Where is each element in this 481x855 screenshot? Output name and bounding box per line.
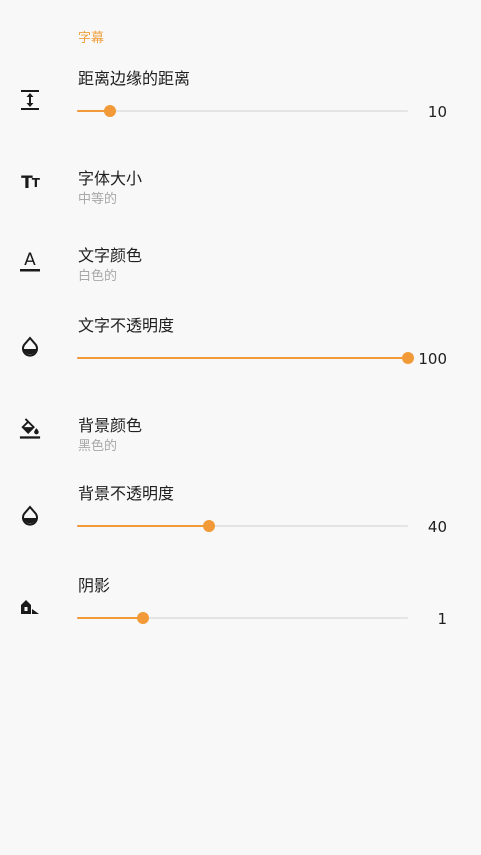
pref-title: 背景不透明度 <box>78 484 175 503</box>
background-opacity-slider[interactable] <box>77 520 408 532</box>
pref-shadow[interactable]: 阴影 1 <box>0 560 481 640</box>
pref-title: 文字颜色 <box>78 246 143 265</box>
opacity-drop-icon <box>19 336 41 358</box>
pref-font-size[interactable]: TT 字体大小 中等的 <box>0 155 481 215</box>
slider-value: 1 <box>437 610 447 628</box>
pref-background-opacity[interactable]: 背景不透明度 40 <box>0 468 481 548</box>
slider-fill <box>77 525 210 527</box>
text-color-icon: A <box>19 250 41 272</box>
text-opacity-slider[interactable] <box>77 352 414 364</box>
pref-margin[interactable]: 距离边缘的距离 10 <box>0 55 481 135</box>
slider-value: 100 <box>418 350 447 368</box>
pref-title: 距离边缘的距离 <box>78 69 191 88</box>
shadow-icon <box>19 595 41 617</box>
vertical-align-icon <box>19 89 41 111</box>
slider-thumb[interactable] <box>137 612 150 624</box>
slider-fill <box>77 357 408 359</box>
pref-summary: 中等的 <box>78 192 118 207</box>
shadow-slider[interactable] <box>77 612 408 624</box>
slider-thumb[interactable] <box>203 520 216 532</box>
pref-background-color[interactable]: 背景颜色 黑色的 <box>0 402 481 462</box>
slider-track <box>77 110 408 112</box>
slider-value: 10 <box>427 103 447 121</box>
pref-title: 阴影 <box>78 576 111 595</box>
pref-summary: 白色的 <box>78 269 118 284</box>
pref-title: 字体大小 <box>78 169 143 188</box>
slider-value: 40 <box>427 518 447 536</box>
section-header: 字幕 <box>78 31 105 46</box>
pref-title: 背景颜色 <box>78 416 143 435</box>
pref-title: 文字不透明度 <box>78 316 175 335</box>
slider-thumb[interactable] <box>104 105 117 117</box>
pref-text-color[interactable]: A 文字颜色 白色的 <box>0 232 481 292</box>
fill-color-icon <box>19 418 41 440</box>
opacity-drop-icon <box>19 505 41 527</box>
svg-text:A: A <box>24 250 36 270</box>
pref-text-opacity[interactable]: 文字不透明度 100 <box>0 300 481 380</box>
text-size-icon: TT <box>21 173 40 193</box>
margin-slider[interactable] <box>77 105 408 117</box>
slider-fill <box>77 617 144 619</box>
pref-summary: 黑色的 <box>78 439 118 454</box>
